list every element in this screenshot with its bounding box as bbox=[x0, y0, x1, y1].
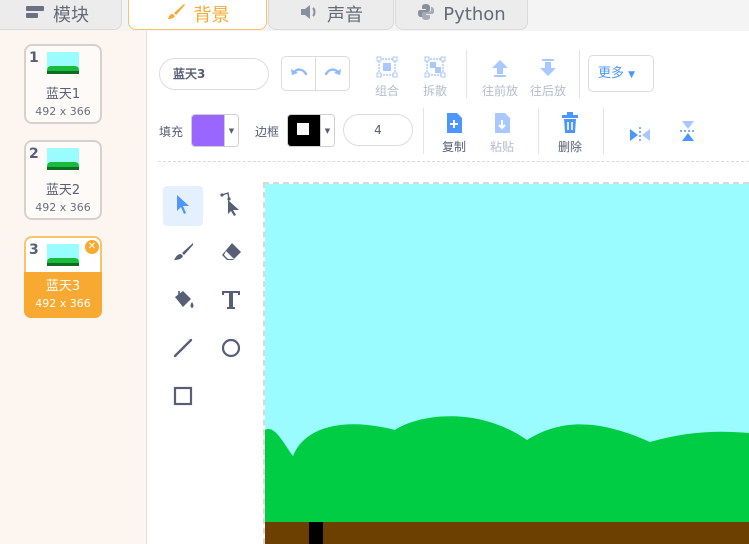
backdrop-number: 2 bbox=[29, 146, 39, 162]
tab-label: Python bbox=[443, 3, 506, 25]
text-icon bbox=[221, 290, 241, 314]
reshape-icon bbox=[220, 192, 242, 220]
forward-button[interactable]: 往前放 bbox=[478, 52, 522, 99]
paste-label: 粘贴 bbox=[489, 140, 514, 154]
text-tool[interactable] bbox=[211, 282, 251, 322]
backdrop-preview bbox=[47, 148, 79, 170]
caret-down-icon: ▼ bbox=[628, 70, 636, 80]
ungroup-label: 拆散 bbox=[422, 84, 447, 98]
undo-icon bbox=[290, 64, 308, 83]
undo-redo-group bbox=[281, 56, 350, 91]
more-dropdown[interactable]: 更多 ▼ bbox=[588, 55, 654, 92]
backdrop-name: 蓝天3 bbox=[45, 279, 81, 294]
fill-tool[interactable] bbox=[163, 282, 203, 322]
flip-vertical-button[interactable] bbox=[676, 116, 700, 146]
copy-icon bbox=[445, 108, 463, 134]
brush-icon bbox=[172, 242, 194, 266]
tab-blocks[interactable]: 模块 bbox=[0, 0, 122, 30]
paste-button[interactable]: 粘贴 bbox=[485, 108, 519, 155]
more-label: 更多 bbox=[598, 66, 625, 81]
backdrop-list: 1 蓝天1 492 x 366 2 蓝天2 492 x 366 3 ✕ 蓝天3 … bbox=[0, 31, 147, 544]
costume-name-input[interactable]: 蓝天3 bbox=[159, 58, 269, 90]
speaker-icon bbox=[299, 3, 319, 26]
arrow-up-icon bbox=[490, 52, 510, 78]
eraser-tool[interactable] bbox=[211, 234, 251, 274]
backdrop-size: 492 x 366 bbox=[35, 297, 91, 310]
reshape-tool[interactable] bbox=[211, 186, 251, 226]
line-tool[interactable] bbox=[163, 330, 203, 370]
backward-label: 往后放 bbox=[529, 84, 566, 98]
outline-label: 边框 bbox=[255, 125, 280, 139]
copy-button[interactable]: 复制 bbox=[437, 108, 471, 155]
backdrop-size: 492 x 366 bbox=[35, 105, 91, 118]
tab-label: 背景 bbox=[193, 5, 230, 26]
fill-color-picker[interactable]: ▼ bbox=[191, 114, 239, 147]
paint-editor-window: 模块 背景 声音 Python 1 蓝天1 492 x 366 2 蓝天2 49… bbox=[0, 0, 749, 544]
arrow-down-icon bbox=[538, 52, 558, 78]
circle-tool[interactable] bbox=[211, 330, 251, 370]
backdrop-name: 蓝天2 bbox=[45, 183, 81, 198]
select-tool[interactable] bbox=[163, 186, 203, 226]
backdrop-thumbnail-2[interactable]: 2 蓝天2 492 x 366 bbox=[24, 140, 102, 220]
paste-icon bbox=[493, 108, 511, 134]
flip-horizontal-icon bbox=[629, 118, 651, 144]
backward-button[interactable]: 往后放 bbox=[526, 52, 570, 99]
caret-down-icon: ▼ bbox=[224, 115, 238, 146]
redo-button[interactable] bbox=[315, 57, 349, 90]
group-icon bbox=[376, 52, 398, 78]
tab-label: 声音 bbox=[327, 5, 363, 26]
backdrop-thumbnail-3[interactable]: 3 ✕ 蓝天3 492 x 366 bbox=[24, 236, 102, 318]
tab-sounds[interactable]: 声音 bbox=[268, 0, 394, 30]
backdrop-thumbnail-1[interactable]: 1 蓝天1 492 x 366 bbox=[24, 44, 102, 124]
brush-icon bbox=[166, 3, 186, 26]
fill-icon bbox=[171, 289, 195, 315]
rectangle-tool[interactable] bbox=[163, 378, 203, 418]
backdrop-name: 蓝天1 bbox=[45, 87, 81, 102]
backdrop-number: 3 bbox=[29, 242, 39, 258]
fill-label: 填充 bbox=[159, 125, 184, 139]
tab-label: 模块 bbox=[53, 5, 89, 26]
ungroup-icon bbox=[424, 52, 446, 78]
eraser-icon bbox=[220, 242, 242, 266]
line-icon bbox=[173, 338, 193, 362]
trash-icon bbox=[561, 108, 579, 134]
fill-color-swatch bbox=[192, 115, 224, 146]
backdrop-artwork bbox=[265, 184, 749, 544]
forward-label: 往前放 bbox=[481, 84, 518, 98]
flip-horizontal-button[interactable] bbox=[628, 118, 652, 148]
backdrop-size: 492 x 366 bbox=[35, 201, 91, 214]
redo-icon bbox=[324, 64, 342, 83]
tab-backdrops[interactable]: 背景 bbox=[128, 0, 267, 30]
caret-down-icon: ▼ bbox=[320, 115, 334, 146]
group-label: 组合 bbox=[374, 84, 399, 98]
drawing-canvas[interactable] bbox=[265, 184, 749, 544]
flip-vertical-icon bbox=[679, 116, 697, 142]
select-icon bbox=[174, 193, 192, 219]
circle-icon bbox=[221, 338, 241, 362]
group-button[interactable]: 组合 bbox=[370, 52, 404, 99]
delete-button[interactable]: 删除 bbox=[553, 108, 587, 155]
delete-label: 删除 bbox=[557, 140, 582, 154]
rectangle-icon bbox=[173, 386, 193, 410]
backdrop-number: 1 bbox=[29, 50, 39, 66]
undo-button[interactable] bbox=[282, 57, 315, 90]
blocks-icon bbox=[25, 4, 45, 25]
outline-width-input[interactable]: 4 bbox=[343, 114, 413, 146]
backdrop-preview bbox=[47, 244, 79, 266]
copy-label: 复制 bbox=[441, 140, 466, 154]
ungroup-button[interactable]: 拆散 bbox=[418, 52, 452, 99]
python-icon bbox=[417, 3, 435, 26]
delete-backdrop-icon[interactable]: ✕ bbox=[85, 240, 99, 254]
tab-bar: 模块 背景 声音 Python bbox=[0, 0, 749, 31]
outline-color-swatch bbox=[288, 115, 320, 146]
tab-python[interactable]: Python bbox=[395, 0, 528, 30]
outline-color-picker[interactable]: ▼ bbox=[287, 114, 335, 147]
brush-tool[interactable] bbox=[163, 234, 203, 274]
backdrop-preview bbox=[47, 52, 79, 74]
